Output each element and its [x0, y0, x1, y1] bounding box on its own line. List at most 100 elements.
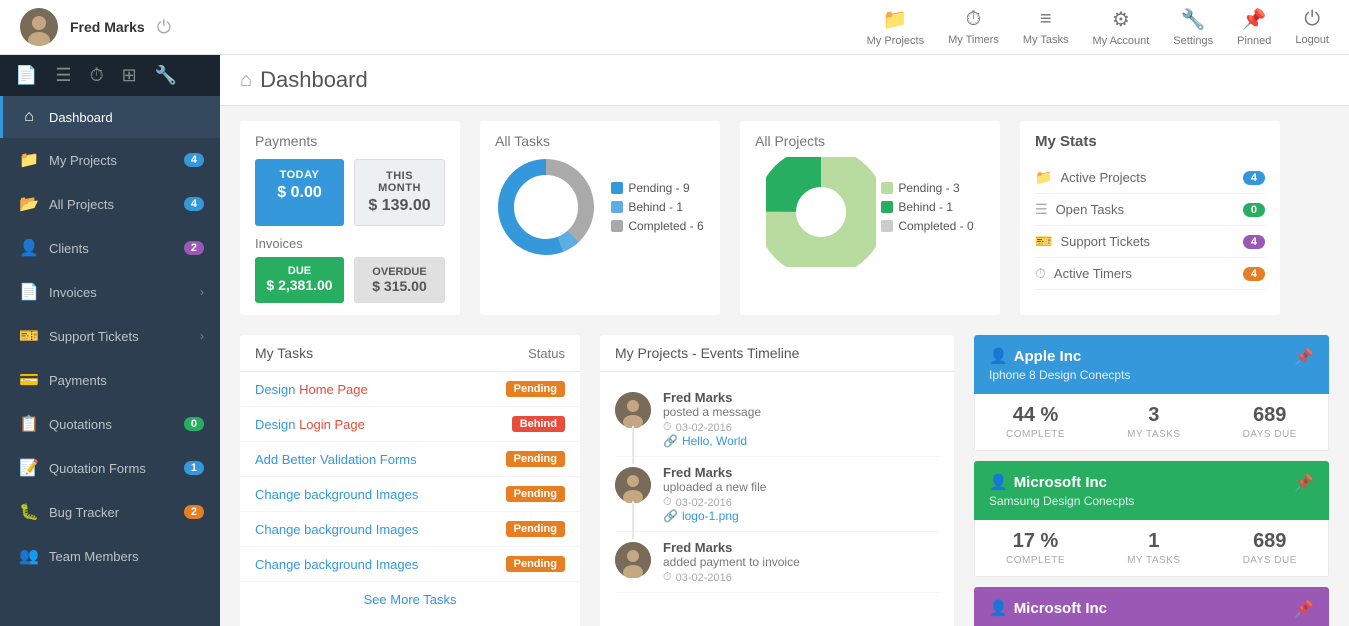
timeline-action-2: uploaded a new file: [663, 480, 939, 494]
table-row: Add Better Validation Forms Pending: [240, 442, 580, 477]
stat-open-tasks: ☰ Open Tasks 0: [1035, 194, 1265, 226]
legend-item-completed: Completed - 6: [611, 219, 703, 233]
timeline-link-1[interactable]: 🔗 Hello, World: [663, 434, 939, 448]
see-more-tasks[interactable]: See More Tasks: [240, 582, 580, 617]
timeline-user-2: Fred Marks: [663, 465, 939, 480]
list-stat-icon: ☰: [1035, 201, 1048, 218]
sidebar-item-myprojects[interactable]: 📁 My Projects 4: [0, 138, 220, 182]
sidebar-item-payments[interactable]: 💳 Payments: [0, 358, 220, 402]
pin-icon-2[interactable]: 📌: [1294, 473, 1314, 493]
all-tasks-panel: All Tasks: [480, 121, 720, 315]
user-name: Fred Marks: [70, 19, 145, 35]
tasks-header: My Tasks Status: [240, 335, 580, 372]
clock-tiny-icon-3: ⏱: [663, 571, 672, 584]
ticket-stat-icon: 🎫: [1035, 233, 1052, 250]
user-proj-icon-3: 👤: [989, 599, 1008, 617]
sidebar-item-invoices[interactable]: 📄 Invoices ›: [0, 270, 220, 314]
pin-icon-3[interactable]: 📌: [1294, 599, 1314, 619]
my-projects-nav[interactable]: 📁 My Projects: [867, 7, 924, 47]
sidebar-menu: ⌂ Dashboard 📁 My Projects 4 📂 All Projec…: [0, 96, 220, 626]
quotations-badge: 0: [184, 417, 204, 431]
task-name-3[interactable]: Add Better Validation Forms: [255, 452, 417, 467]
pinned-nav[interactable]: 📌 Pinned: [1237, 7, 1271, 47]
tasks-donut-chart: [496, 157, 596, 257]
list-item: Fred Marks added payment to invoice ⏱ 03…: [615, 532, 939, 593]
myprojects-badge: 4: [184, 153, 204, 167]
proj-completed-dot: [881, 220, 893, 232]
sidebar-item-quotations[interactable]: 📋 Quotations 0: [0, 402, 220, 446]
sidebar-item-quotation-forms[interactable]: 📝 Quotation Forms 1: [0, 446, 220, 490]
legend-item-proj-pending: Pending - 3: [881, 181, 973, 195]
task-name-5[interactable]: Change background Images: [255, 522, 418, 537]
timeline-action-3: added payment to invoice: [663, 555, 939, 569]
active-timers-badge: 4: [1243, 267, 1265, 281]
stat-active-projects: 📁 Active Projects 4: [1035, 162, 1265, 194]
proj-behind-dot: [881, 201, 893, 213]
clock-icon: ⏱: [966, 8, 982, 31]
sidebar-list-icon[interactable]: ☰: [55, 65, 71, 86]
tasks-legend: Pending - 9 Behind - 1 Completed - 6: [611, 181, 703, 233]
legend-item-proj-behind: Behind - 1: [881, 200, 973, 214]
power-icon[interactable]: ⏻: [157, 17, 171, 38]
project-stats-2: 17 % COMPLETE 1 MY TASKS 689 DAYS DUE: [974, 520, 1329, 577]
timeline-time-text-3: 03-02-2016: [676, 572, 732, 584]
proj-tasks-1: 3 MY TASKS: [1127, 404, 1180, 440]
payments-title: Payments: [255, 133, 445, 149]
avatar-1: [615, 392, 651, 428]
my-stats-title: My Stats: [1035, 133, 1265, 150]
lower-section: My Tasks Status Design Home Page Pending…: [220, 325, 1349, 626]
sidebar-wrench-icon[interactable]: 🔧: [155, 65, 177, 86]
payments-panel: Payments TODAY $ 0.00 THIS MONTH $ 139.0…: [240, 121, 460, 315]
task-name-4[interactable]: Change background Images: [255, 487, 418, 502]
settings-nav[interactable]: 🔧 Settings: [1173, 7, 1213, 47]
logout-icon: ⏻: [1304, 8, 1320, 31]
active-projects-badge: 4: [1243, 171, 1265, 185]
project-header-microsoft1: 👤 Microsoft Inc Samsung Design Conecpts …: [974, 461, 1329, 520]
payment-boxes: TODAY $ 0.00 THIS MONTH $ 139.00: [255, 159, 445, 226]
bugtracker-badge: 2: [184, 505, 204, 519]
my-timers-nav[interactable]: ⏱ My Timers: [948, 8, 999, 46]
team-icon: 👥: [19, 546, 39, 566]
task-name-6[interactable]: Change background Images: [255, 557, 418, 572]
sidebar-file-icon[interactable]: 📄: [15, 65, 37, 86]
invoice-icon: 📄: [19, 282, 39, 302]
pin-icon: 📌: [1242, 7, 1267, 32]
sidebar-item-dashboard[interactable]: ⌂ Dashboard: [0, 96, 220, 138]
overdue-amount: $ 315.00: [363, 278, 436, 294]
my-stats-panel: My Stats 📁 Active Projects 4 ☰ Open Task…: [1020, 121, 1280, 315]
task-name-2[interactable]: Design Login Page: [255, 417, 365, 432]
timeline-time-1: ⏱ 03-02-2016: [663, 421, 939, 434]
task-badge-6: Pending: [506, 556, 565, 572]
my-account-nav[interactable]: ⚙ My Account: [1092, 7, 1149, 47]
invoices-subtitle: Invoices: [255, 236, 445, 251]
project-header-microsoft2: 👤 Microsoft Inc 📌: [974, 587, 1329, 626]
projects-donut-chart: [766, 157, 866, 257]
legend-item-behind: Behind - 1: [611, 200, 703, 214]
task-name-1[interactable]: Design Home Page: [255, 382, 368, 397]
logout-nav[interactable]: ⏻ Logout: [1295, 8, 1329, 46]
quotation-forms-badge: 1: [184, 461, 204, 475]
timeline-content: Fred Marks posted a message ⏱ 03-02-2016…: [600, 372, 954, 603]
sidebar-item-clients[interactable]: 👤 Clients 2: [0, 226, 220, 270]
sidebar-clock-icon[interactable]: ⏱: [90, 65, 104, 86]
stat-support-tickets: 🎫 Support Tickets 4: [1035, 226, 1265, 258]
tasks-panel: My Tasks Status Design Home Page Pending…: [240, 335, 580, 626]
allprojects-badge: 4: [184, 197, 204, 211]
proj-days-1: 689 DAYS DUE: [1243, 404, 1297, 440]
chevron-right-icon-2: ›: [200, 329, 204, 343]
pin-icon-1[interactable]: 📌: [1294, 347, 1314, 367]
tasks-panel-title: My Tasks: [255, 345, 313, 361]
link-icon-2: 🔗: [663, 509, 678, 523]
sidebar-item-team[interactable]: 👥 Team Members: [0, 534, 220, 578]
sidebar-item-bugtracker[interactable]: 🐛 Bug Tracker 2: [0, 490, 220, 534]
overdue-box: OVERDUE $ 315.00: [354, 257, 445, 303]
page-title: Dashboard: [260, 67, 368, 93]
open-tasks-badge: 0: [1243, 203, 1265, 217]
timeline-link-2[interactable]: 🔗 logo-1.png: [663, 509, 939, 523]
folder-icon: 📁: [883, 7, 908, 32]
legend-item-pending: Pending - 9: [611, 181, 703, 195]
sidebar-item-allprojects[interactable]: 📂 All Projects 4: [0, 182, 220, 226]
sidebar-hierarchy-icon[interactable]: ⊞: [122, 65, 137, 86]
sidebar-item-support[interactable]: 🎫 Support Tickets ›: [0, 314, 220, 358]
my-tasks-nav[interactable]: ≡ My Tasks: [1023, 8, 1069, 46]
